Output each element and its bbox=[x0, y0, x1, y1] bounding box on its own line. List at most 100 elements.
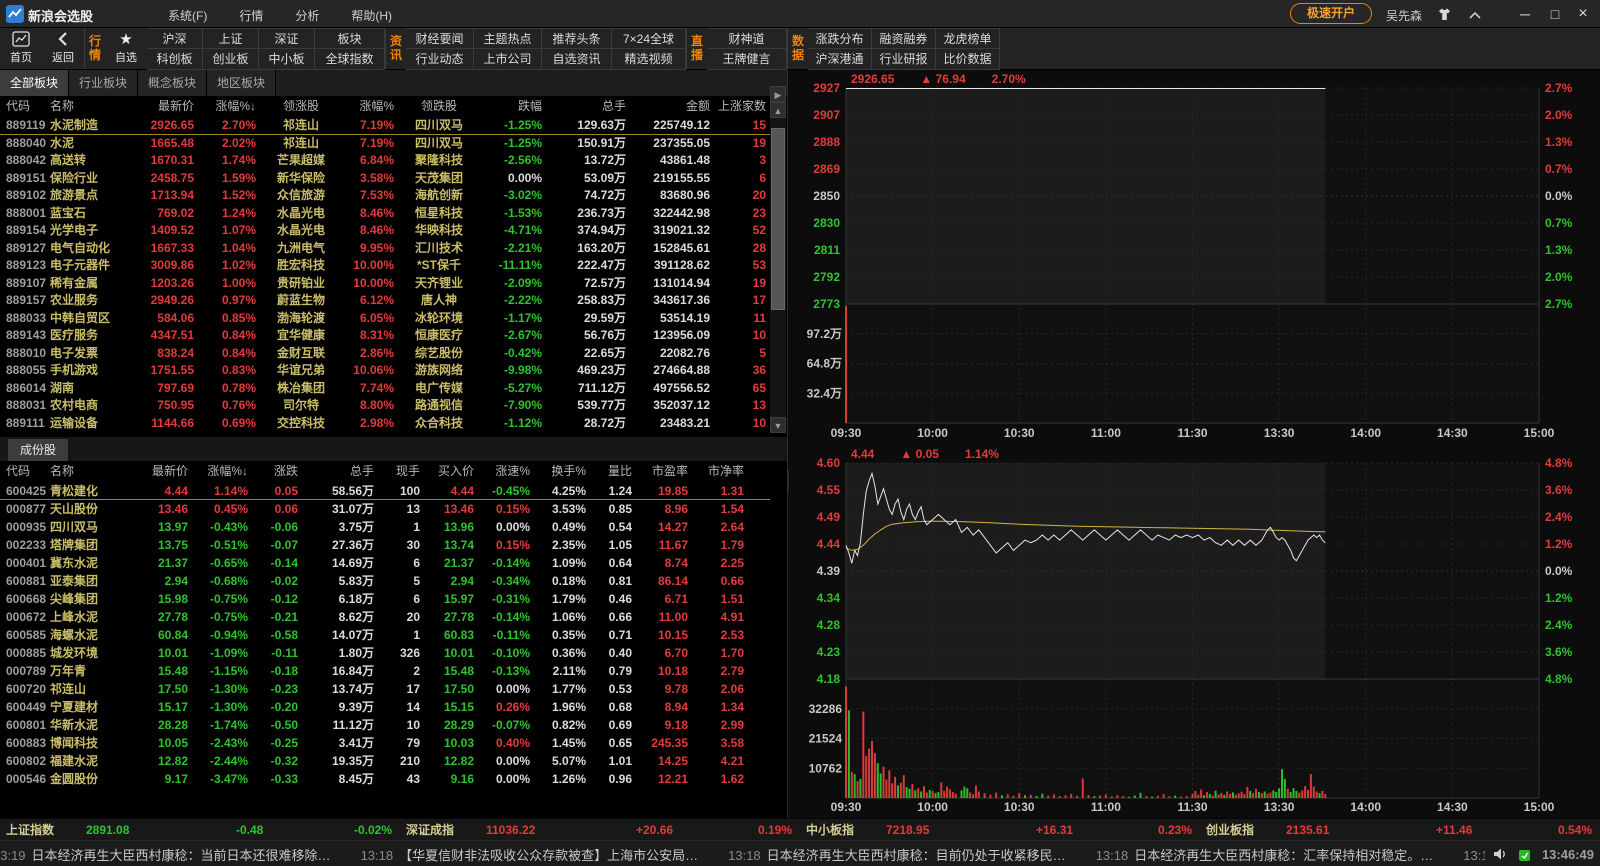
column-header[interactable]: 涨速% bbox=[478, 461, 534, 482]
table-row[interactable]: 600881亚泰集团2.94-0.68%-0.025.83万52.94-0.34… bbox=[0, 572, 770, 590]
scrollbar-thumb[interactable] bbox=[771, 128, 785, 310]
nav-cell[interactable]: 比价数据 bbox=[936, 49, 1000, 70]
table-row[interactable]: 889127电气自动化1667.331.04%九洲电气9.95%汇川技术-2.2… bbox=[0, 240, 770, 258]
nav-cell[interactable]: 财神道 bbox=[707, 28, 787, 49]
nav-cell[interactable]: 上证 bbox=[203, 28, 259, 49]
open-account-button[interactable]: 极速开户 bbox=[1290, 3, 1372, 24]
minimize-button[interactable]: ─ bbox=[1510, 0, 1540, 28]
board-table-scrollbar[interactable]: ▶ ▲ ▼ bbox=[770, 86, 786, 433]
menu-item[interactable]: 行情 bbox=[239, 7, 263, 24]
nav-cell[interactable]: 融资融券 bbox=[872, 28, 936, 49]
menu-item[interactable]: 帮助(H) bbox=[351, 7, 392, 24]
table-row[interactable]: 000546金圆股份9.17-3.47%-0.338.45万439.160.00… bbox=[0, 770, 770, 788]
table-row[interactable]: 000672上峰水泥27.78-0.75%-0.218.62万2027.78-0… bbox=[0, 608, 770, 626]
nav-cell[interactable]: 7×24全球 bbox=[612, 28, 686, 49]
board-tab[interactable]: 地区板块 bbox=[207, 70, 276, 96]
nav-cell[interactable]: 行业动态 bbox=[406, 49, 474, 70]
column-header[interactable]: 金额 bbox=[630, 96, 714, 117]
menu-item[interactable]: 系统(F) bbox=[168, 7, 207, 24]
table-row[interactable]: 600425青松建化4.441.14%0.0558.56万1004.44-0.4… bbox=[0, 482, 770, 500]
table-row[interactable]: 600802福建水泥12.82-2.44%-0.3219.35万21012.82… bbox=[0, 752, 770, 770]
close-button[interactable]: × bbox=[1568, 0, 1598, 28]
column-header[interactable]: 代码 bbox=[6, 461, 50, 482]
table-row[interactable]: 000401冀东水泥21.37-0.65%-0.1414.69万621.37-0… bbox=[0, 554, 770, 572]
table-row[interactable]: 889119水泥制造2926.652.70%祁连山7.19%四川双马-1.25%… bbox=[0, 117, 770, 135]
index-group[interactable]: 中小板指7218.95+16.310.23% bbox=[800, 819, 1200, 840]
column-header[interactable]: 总手 bbox=[546, 96, 630, 117]
table-row[interactable]: 000935四川双马13.97-0.43%-0.063.75万113.960.0… bbox=[0, 518, 770, 536]
table-row[interactable]: 889107稀有金属1203.261.00%贵研铂业10.00%天齐锂业-2.0… bbox=[0, 275, 770, 293]
table-row[interactable]: 600883博闻科技10.05-2.43%-0.253.41万7910.030.… bbox=[0, 734, 770, 752]
home-button[interactable]: 首页 bbox=[0, 28, 42, 69]
nav-cell[interactable]: 王牌健言 bbox=[707, 49, 787, 70]
table-row[interactable]: 889143医疗服务4347.510.84%宜华健康8.31%恒康医疗-2.67… bbox=[0, 327, 770, 345]
tab-live-vertical[interactable]: 直播 bbox=[686, 28, 707, 69]
nav-cell[interactable]: 自选资讯 bbox=[542, 49, 612, 70]
column-header[interactable]: 总手 bbox=[302, 461, 378, 482]
table-row[interactable]: 888040水泥1665.482.02%祁连山7.19%四川双马-1.25%15… bbox=[0, 135, 770, 153]
table-row[interactable]: 889123电子元器件3009.861.02%胜宏科技10.00%*ST保千-1… bbox=[0, 257, 770, 275]
nav-cell[interactable]: 科创板 bbox=[147, 49, 203, 70]
tab-news-vertical[interactable]: 资讯 bbox=[385, 28, 406, 69]
column-header[interactable]: 跌幅 bbox=[480, 96, 546, 117]
index-group[interactable]: 上证指数2891.08-0.48-0.02% bbox=[0, 819, 400, 840]
maximize-button[interactable]: □ bbox=[1540, 0, 1570, 28]
news-item[interactable]: 13:18【华夏信财非法吸收公众存款被查】上海市公安局… bbox=[361, 845, 699, 864]
tab-constituents[interactable]: 成份股 bbox=[8, 439, 68, 461]
news-item[interactable]: 13:18日本经济再生大臣西村康稔：目前仍处于收紧移民… bbox=[728, 845, 1066, 864]
scroll-down-icon[interactable]: ▼ bbox=[770, 417, 786, 433]
nav-cell[interactable]: 创业板 bbox=[203, 49, 259, 70]
nav-cell[interactable]: 沪深 bbox=[147, 28, 203, 49]
nav-cell[interactable]: 龙虎榜单 bbox=[936, 28, 1000, 49]
column-header[interactable]: 最新价 bbox=[136, 96, 198, 117]
table-row[interactable]: 889111运输设备1144.660.69%交控科技2.98%众合科技-1.12… bbox=[0, 415, 770, 433]
expand-right-icon[interactable]: ▶ bbox=[770, 86, 786, 102]
nav-cell[interactable]: 主题热点 bbox=[474, 28, 542, 49]
column-header[interactable]: 最新价 bbox=[136, 461, 192, 482]
column-header[interactable]: 上涨家数 bbox=[714, 96, 770, 117]
board-tab[interactable]: 概念板块 bbox=[138, 70, 207, 96]
nav-cell[interactable]: 板块 bbox=[315, 28, 385, 49]
table-row[interactable]: 002233塔牌集团13.75-0.51%-0.0727.36万3013.740… bbox=[0, 536, 770, 554]
speaker-icon[interactable] bbox=[1493, 847, 1509, 861]
nav-cell[interactable]: 中小板 bbox=[259, 49, 315, 70]
skin-theme-icon[interactable] bbox=[1436, 7, 1452, 22]
column-header[interactable]: 量比 bbox=[590, 461, 636, 482]
news-item[interactable]: 13:19日本经济再生大臣西村康稔：当前日本还很难移除… bbox=[0, 845, 331, 864]
table-row[interactable]: 000877天山股份13.460.45%0.0631.07万1313.460.1… bbox=[0, 500, 770, 518]
table-row[interactable]: 889102旅游景点1713.941.52%众信旅游7.53%海航创新-3.02… bbox=[0, 187, 770, 205]
board-tab[interactable]: 行业板块 bbox=[69, 70, 138, 96]
nav-cell[interactable]: 全球指数 bbox=[315, 49, 385, 70]
column-header[interactable]: 市盈率 bbox=[636, 461, 692, 482]
board-tab[interactable]: 全部板块 bbox=[0, 70, 69, 96]
chevron-up-icon[interactable] bbox=[1468, 11, 1482, 19]
table-row[interactable]: 888033中韩自贸区584.060.85%渤海轮渡6.05%冰轮环境-1.17… bbox=[0, 310, 770, 328]
column-header[interactable]: 涨跌 bbox=[252, 461, 302, 482]
column-header[interactable]: 名称 bbox=[50, 461, 136, 482]
nav-cell[interactable]: 深证 bbox=[259, 28, 315, 49]
column-header[interactable]: 换手% bbox=[534, 461, 590, 482]
table-row[interactable]: 886014湖南797.690.78%株冶集团7.74%电广传媒-5.27%71… bbox=[0, 380, 770, 398]
table-row[interactable]: 888010电子发票838.240.84%金财互联2.86%综艺股份-0.42%… bbox=[0, 345, 770, 363]
index-group[interactable]: 深证成指11036.22+20.660.19% bbox=[400, 819, 800, 840]
table-row[interactable]: 889157农业服务2949.260.97%蔚蓝生物6.12%唐人神-2.22%… bbox=[0, 292, 770, 310]
column-header[interactable]: 名称 bbox=[50, 96, 136, 117]
tab-data-vertical[interactable]: 数据 bbox=[787, 28, 808, 69]
table-row[interactable]: 000885城发环境10.01-1.09%-0.111.80万32610.01-… bbox=[0, 644, 770, 662]
table-row[interactable]: 889151保险行业2458.751.59%新华保险3.58%天茂集团0.00%… bbox=[0, 170, 770, 188]
stock-intraday-chart[interactable]: 4.44 ▲ 0.05 1.14% 4.604.554.494.444.394.… bbox=[789, 445, 1600, 818]
table-row[interactable]: 600585海螺水泥60.84-0.94%-0.5814.07万160.83-0… bbox=[0, 626, 770, 644]
table-row[interactable]: 000789万年青15.48-1.15%-0.1816.84万215.48-0.… bbox=[0, 662, 770, 680]
favorites-button[interactable]: ★ 自选 bbox=[105, 28, 147, 69]
menu-item[interactable]: 分析 bbox=[295, 7, 319, 24]
table-row[interactable]: 888055手机游戏1751.550.83%华谊兄弟10.06%游族网络-9.9… bbox=[0, 362, 770, 380]
table-row[interactable]: 600668尖峰集团15.98-0.75%-0.126.18万615.97-0.… bbox=[0, 590, 770, 608]
column-header[interactable]: 涨幅%↓ bbox=[198, 96, 260, 117]
news-item[interactable]: 13:18日本经济再生大臣西村康稔：汇率保持相对稳定。… bbox=[1096, 845, 1434, 864]
nav-cell[interactable]: 财经要闻 bbox=[406, 28, 474, 49]
nav-cell[interactable]: 行业研报 bbox=[872, 49, 936, 70]
nav-cell[interactable]: 涨跌分布 bbox=[808, 28, 872, 49]
nav-cell[interactable]: 上市公司 bbox=[474, 49, 542, 70]
column-header[interactable]: 涨幅%↓ bbox=[192, 461, 252, 482]
column-header[interactable]: 领涨股 bbox=[260, 96, 342, 117]
